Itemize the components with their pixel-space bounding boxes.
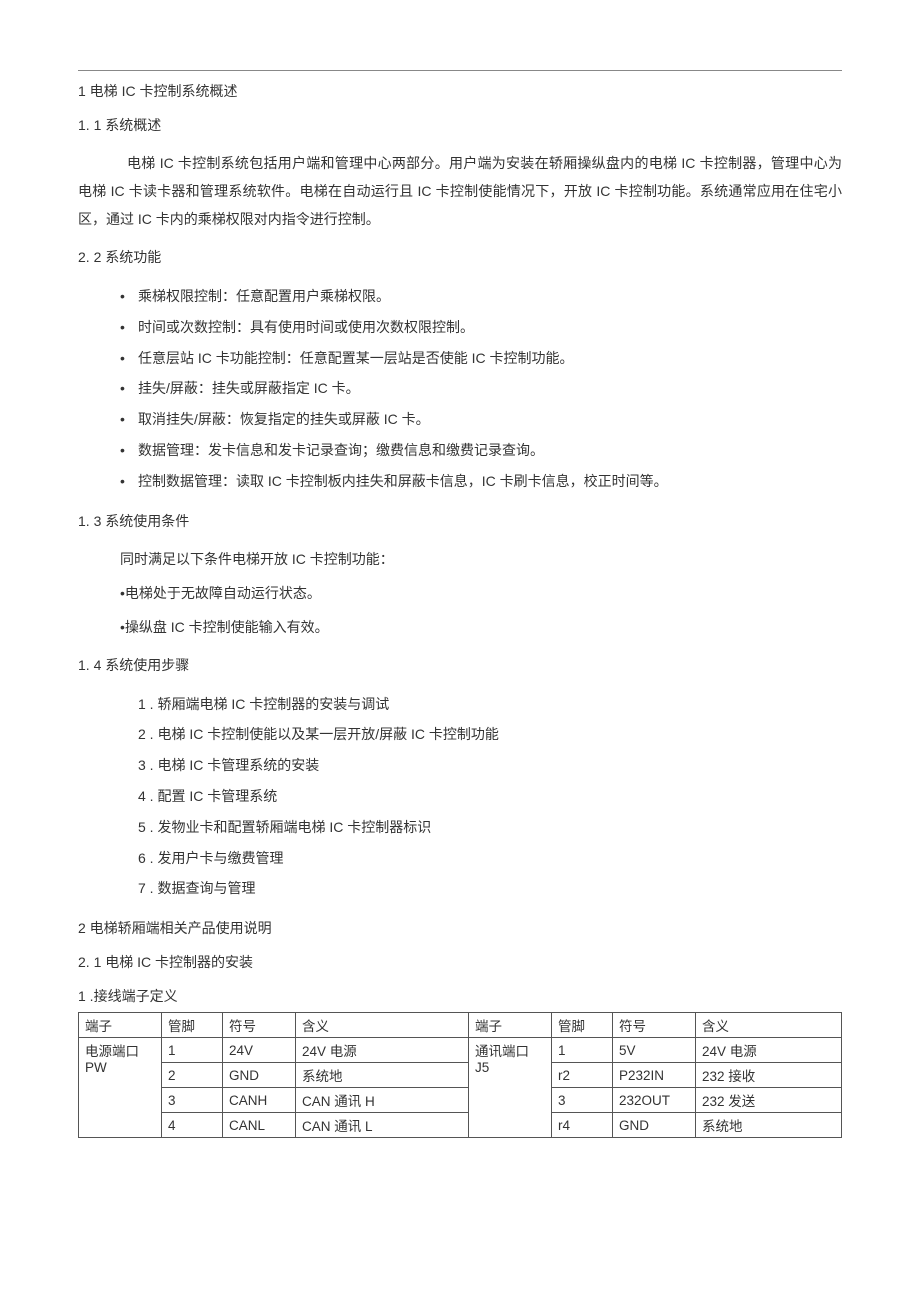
table-row: 3 CANH CAN 通讯 H 3 232OUT 232 发送 <box>79 1088 842 1113</box>
th-terminal: 端子 <box>79 1013 162 1038</box>
cell-symbol: 232OUT <box>613 1088 696 1113</box>
feature-list: 乘梯权限控制：任意配置用户乘梯权限。 时间或次数控制：具有使用时间或使用次数权限… <box>78 281 842 497</box>
list-item: 1 . 轿厢端电梯 IC 卡控制器的安装与调试 <box>138 689 842 720</box>
cell-meaning: 232 发送 <box>696 1088 842 1113</box>
th-symbol: 符号 <box>223 1013 296 1038</box>
list-item: 4 . 配置 IC 卡管理系统 <box>138 781 842 812</box>
conditions-intro: 同时满足以下条件电梯开放 IC 卡控制功能： <box>120 545 842 573</box>
cell-meaning: 24V 电源 <box>696 1038 842 1063</box>
cell-symbol: 5V <box>613 1038 696 1063</box>
section-2-heading: 2 电梯轿厢端相关产品使用说明 <box>78 918 842 938</box>
section-1-3-heading: 1. 3 系统使用条件 <box>78 511 842 531</box>
cell-symbol: P232IN <box>613 1063 696 1088</box>
top-border <box>78 70 842 71</box>
th-meaning: 含义 <box>296 1013 469 1038</box>
cell-meaning: CAN 通讯 H <box>296 1088 469 1113</box>
th-meaning: 含义 <box>696 1013 842 1038</box>
section-2-1-heading: 2. 1 电梯 IC 卡控制器的安装 <box>78 952 842 972</box>
cell-symbol: GND <box>223 1063 296 1088</box>
section-1-heading: 1 电梯 IC 卡控制系统概述 <box>78 81 842 101</box>
list-item: 数据管理：发卡信息和发卡记录查询；缴费信息和缴费记录查询。 <box>138 435 842 466</box>
cell-pin: 1 <box>162 1038 223 1063</box>
cell-symbol: CANH <box>223 1088 296 1113</box>
cell-meaning: 系统地 <box>696 1113 842 1138</box>
terminal-table: 端子 管脚 符号 含义 端子 管脚 符号 含义 电源端口 PW 1 24V 24… <box>78 1012 842 1138</box>
cell-meaning: 24V 电源 <box>296 1038 469 1063</box>
cell-symbol: 24V <box>223 1038 296 1063</box>
port-name-left: 电源端口 PW <box>79 1038 162 1138</box>
list-item: 6 . 发用户卡与缴费管理 <box>138 843 842 874</box>
section-1-4-heading: 1. 4 系统使用步骤 <box>78 655 842 675</box>
list-item: 7 . 数据查询与管理 <box>138 873 842 904</box>
list-item: 3 . 电梯 IC 卡管理系统的安装 <box>138 750 842 781</box>
th-terminal: 端子 <box>469 1013 552 1038</box>
cell-pin: 3 <box>162 1088 223 1113</box>
cell-pin: 2 <box>162 1063 223 1088</box>
table-row: 电源端口 PW 1 24V 24V 电源 通讯端口 J5 1 5V 24V 电源 <box>79 1038 842 1063</box>
list-item: 时间或次数控制：具有使用时间或使用次数权限控制。 <box>138 312 842 343</box>
document-page: 1 电梯 IC 卡控制系统概述 1. 1 系统概述 电梯 IC 卡控制系统包括用… <box>0 0 920 1228</box>
th-pin: 管脚 <box>162 1013 223 1038</box>
intro-paragraph: 电梯 IC 卡控制系统包括用户端和管理中心两部分。用户端为安装在轿厢操纵盘内的电… <box>78 149 842 233</box>
table-header-row: 端子 管脚 符号 含义 端子 管脚 符号 含义 <box>79 1013 842 1038</box>
cell-symbol: GND <box>613 1113 696 1138</box>
list-item: 乘梯权限控制：任意配置用户乘梯权限。 <box>138 281 842 312</box>
cell-symbol: CANL <box>223 1113 296 1138</box>
list-item: 控制数据管理：读取 IC 卡控制板内挂失和屏蔽卡信息，IC 卡刷卡信息，校正时间… <box>138 466 842 497</box>
cell-pin: r4 <box>552 1113 613 1138</box>
cell-pin: 3 <box>552 1088 613 1113</box>
cell-meaning: 232 接收 <box>696 1063 842 1088</box>
list-item: 任意层站 IC 卡功能控制：任意配置某一层站是否使能 IC 卡控制功能。 <box>138 343 842 374</box>
condition-item: •操纵盘 IC 卡控制使能输入有效。 <box>120 613 842 641</box>
steps-list: 1 . 轿厢端电梯 IC 卡控制器的安装与调试 2 . 电梯 IC 卡控制使能以… <box>78 689 842 905</box>
section-1-1-heading: 1. 1 系统概述 <box>78 115 842 135</box>
cell-pin: r2 <box>552 1063 613 1088</box>
list-item: 挂失/屏蔽：挂失或屏蔽指定 IC 卡。 <box>138 373 842 404</box>
cell-pin: 4 <box>162 1113 223 1138</box>
th-pin: 管脚 <box>552 1013 613 1038</box>
condition-item: •电梯处于无故障自动运行状态。 <box>120 579 842 607</box>
table-row: 2 GND 系统地 r2 P232IN 232 接收 <box>79 1063 842 1088</box>
cell-pin: 1 <box>552 1038 613 1063</box>
list-item: 2 . 电梯 IC 卡控制使能以及某一层开放/屏蔽 IC 卡控制功能 <box>138 719 842 750</box>
section-2-2-heading: 2. 2 系统功能 <box>78 247 842 267</box>
th-symbol: 符号 <box>613 1013 696 1038</box>
cell-meaning: 系统地 <box>296 1063 469 1088</box>
terminal-def-heading: 1 .接线端子定义 <box>78 986 842 1006</box>
table-row: 4 CANL CAN 通讯 L r4 GND 系统地 <box>79 1113 842 1138</box>
list-item: 取消挂失/屏蔽：恢复指定的挂失或屏蔽 IC 卡。 <box>138 404 842 435</box>
port-name-right: 通讯端口 J5 <box>469 1038 552 1138</box>
list-item: 5 . 发物业卡和配置轿厢端电梯 IC 卡控制器标识 <box>138 812 842 843</box>
cell-meaning: CAN 通讯 L <box>296 1113 469 1138</box>
